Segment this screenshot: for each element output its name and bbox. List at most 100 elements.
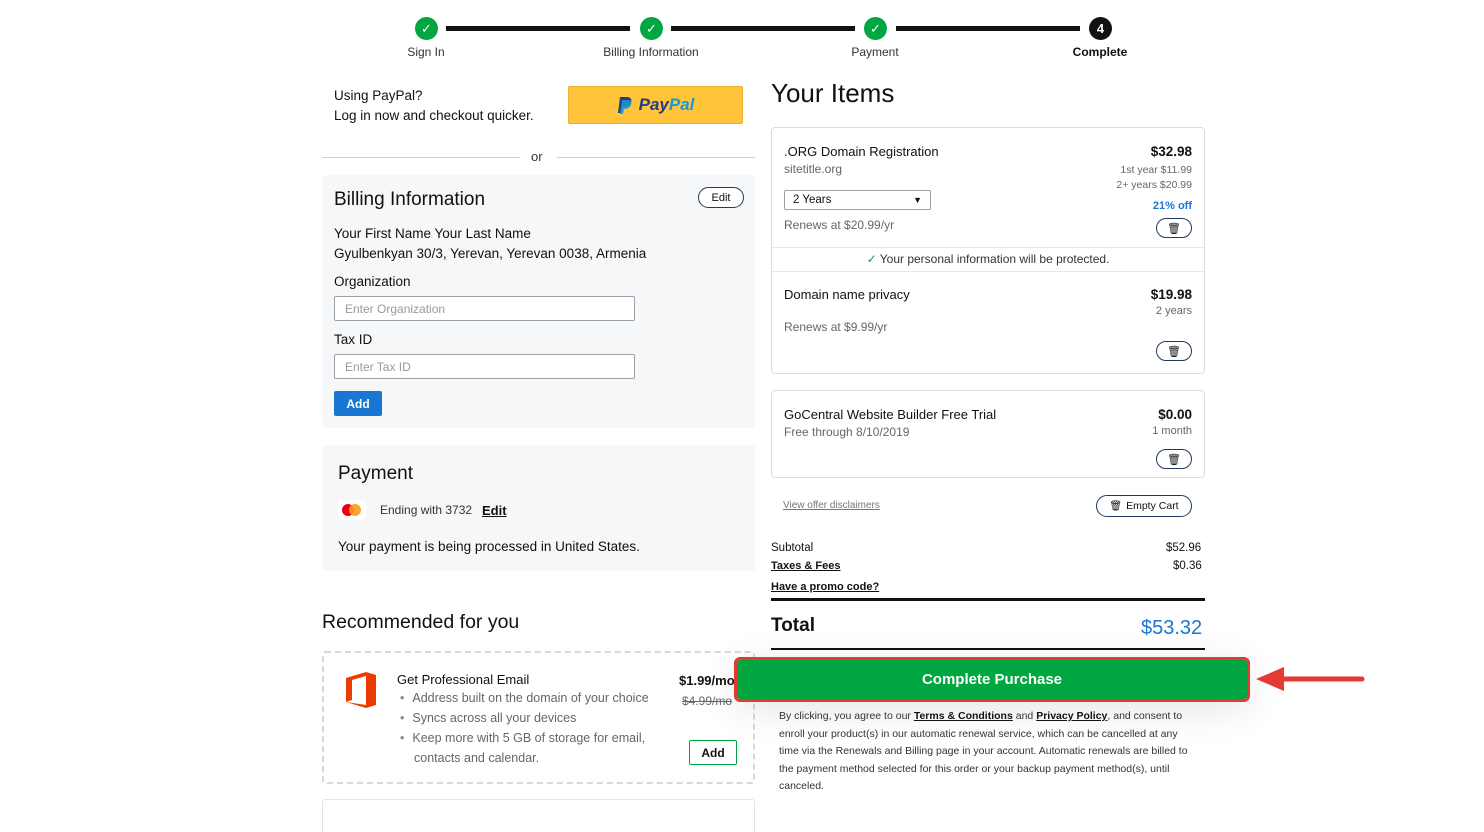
payment-location-note: Your payment is being processed in Unite… bbox=[338, 539, 640, 554]
legal-disclaimer: By clicking, you agree to our Terms & Co… bbox=[779, 708, 1199, 796]
recommended-email-card: Get Professional Email $1.99/mo $4.99/mo… bbox=[322, 651, 755, 784]
taxes-value: $0.36 bbox=[1173, 560, 1202, 572]
billing-title: Billing Information bbox=[334, 189, 486, 210]
recommended-item-title: Get Professional Email bbox=[397, 672, 530, 687]
legal-text-pre: By clicking, you agree to our bbox=[779, 710, 911, 722]
step-label-sign-in: Sign In bbox=[407, 45, 445, 59]
domain-item-sub: sitetitle.org bbox=[784, 162, 843, 176]
paypal-wordmark-pal: Pal bbox=[668, 95, 695, 114]
your-items-title: Your Items bbox=[771, 78, 895, 108]
trash-icon: 🗑 bbox=[1109, 500, 1123, 512]
paypal-button[interactable]: PayPal bbox=[568, 86, 743, 124]
trash-icon: 🗑 bbox=[1167, 345, 1181, 358]
feature-bullet: Syncs across all your devices bbox=[400, 708, 576, 728]
billing-panel: Billing Information Edit Your First Name… bbox=[322, 175, 755, 428]
domain-term-value: 2 Years bbox=[793, 194, 832, 206]
protected-note-text: Your personal information will be protec… bbox=[879, 252, 1110, 266]
step-connector bbox=[896, 26, 1080, 31]
recommended-title: Recommended for you bbox=[322, 611, 520, 633]
domain-first-year-price: 1st year $11.99 bbox=[1120, 164, 1192, 176]
builder-term: 1 month bbox=[1152, 425, 1192, 437]
check-icon: ✓ bbox=[866, 252, 877, 266]
step-label-billing: Billing Information bbox=[603, 45, 699, 59]
builder-item-sub: Free through 8/10/2019 bbox=[784, 425, 910, 439]
recommended-old-price: $4.99/mo bbox=[682, 694, 733, 708]
cart-items-card: .ORG Domain Registration sitetitle.org $… bbox=[771, 127, 1205, 374]
domain-item-name: .ORG Domain Registration bbox=[784, 144, 939, 159]
privacy-renews: Renews at $9.99/yr bbox=[784, 320, 888, 334]
legal-text-post: , and consent to enroll your product(s) … bbox=[779, 710, 1188, 792]
payment-title: Payment bbox=[338, 463, 413, 484]
promo-code-link[interactable]: Have a promo code? bbox=[771, 581, 879, 593]
domain-later-years-price: 2+ years $20.99 bbox=[1116, 179, 1192, 191]
privacy-term: 2 years bbox=[1155, 305, 1192, 317]
check-icon: ✓ bbox=[864, 17, 887, 40]
privacy-price: $19.98 bbox=[1150, 287, 1192, 302]
divider bbox=[322, 157, 520, 158]
builder-price: $0.00 bbox=[1158, 407, 1192, 422]
total-divider bbox=[771, 598, 1205, 601]
domain-renews: Renews at $20.99/yr bbox=[784, 218, 895, 232]
feature-bullet: Keep more with 5 GB of storage for email… bbox=[400, 728, 645, 748]
paypal-heading: Using PayPal? bbox=[334, 88, 423, 103]
office-logo-icon bbox=[342, 670, 380, 710]
total-value: $53.32 bbox=[1141, 617, 1203, 639]
organization-input[interactable]: Enter Organization bbox=[334, 296, 635, 321]
trash-icon: 🗑 bbox=[1167, 222, 1181, 235]
next-recommendation-card bbox=[322, 799, 755, 832]
divider bbox=[772, 271, 1204, 272]
tax-id-input[interactable]: Enter Tax ID bbox=[334, 354, 635, 379]
step-number-badge: 4 bbox=[1089, 17, 1112, 40]
organization-label: Organization bbox=[334, 274, 411, 289]
builder-remove-button[interactable]: 🗑 bbox=[1156, 449, 1192, 469]
check-icon: ✓ bbox=[415, 17, 438, 40]
privacy-protected-note: ✓ Your personal information will be prot… bbox=[772, 252, 1204, 266]
step-connector bbox=[671, 26, 855, 31]
mastercard-icon bbox=[338, 500, 366, 520]
domain-remove-button[interactable]: 🗑 bbox=[1156, 218, 1192, 238]
privacy-policy-link[interactable]: Privacy Policy bbox=[1036, 710, 1107, 722]
check-icon: ✓ bbox=[640, 17, 663, 40]
complete-purchase-button[interactable]: Complete Purchase bbox=[734, 657, 1250, 702]
feature-bullet-continued: contacts and calendar. bbox=[414, 751, 540, 765]
privacy-item-name: Domain name privacy bbox=[784, 287, 910, 302]
paypal-subtext: Log in now and checkout quicker. bbox=[334, 108, 534, 123]
billing-edit-button[interactable]: Edit bbox=[698, 187, 744, 208]
recommended-add-button[interactable]: Add bbox=[689, 740, 737, 765]
annotation-arrow-icon bbox=[1256, 667, 1365, 691]
offer-disclaimers-link[interactable]: View offer disclaimers bbox=[783, 500, 880, 511]
divider bbox=[557, 157, 755, 158]
step-connector bbox=[446, 26, 630, 31]
tax-id-label: Tax ID bbox=[334, 332, 373, 347]
empty-cart-label: Empty Cart bbox=[1126, 500, 1179, 512]
builder-item-name: GoCentral Website Builder Free Trial bbox=[784, 407, 997, 422]
billing-address: Gyulbenkyan 30/3, Yerevan, Yerevan 0038,… bbox=[334, 246, 647, 261]
total-label: Total bbox=[771, 615, 815, 636]
feature-bullet: Address built on the domain of your choi… bbox=[400, 688, 648, 708]
total-divider-bottom bbox=[771, 648, 1205, 650]
empty-cart-button[interactable]: 🗑 Empty Cart bbox=[1096, 495, 1192, 517]
billing-add-button[interactable]: Add bbox=[334, 391, 382, 416]
step-label-complete: Complete bbox=[1072, 45, 1128, 59]
step-label-payment: Payment bbox=[851, 45, 899, 59]
paypal-logo-icon bbox=[617, 96, 631, 114]
subtotal-value: $52.96 bbox=[1166, 542, 1202, 554]
or-divider-text: or bbox=[531, 149, 543, 164]
recommended-price: $1.99/mo bbox=[679, 673, 735, 688]
builder-item-card: GoCentral Website Builder Free Trial Fre… bbox=[771, 390, 1205, 478]
caret-down-icon: ▼ bbox=[913, 195, 922, 205]
card-ending-text: Ending with 3732 bbox=[380, 503, 473, 517]
domain-term-select[interactable]: 2 Years ▼ bbox=[784, 190, 931, 210]
divider bbox=[772, 247, 1204, 248]
taxes-fees-link[interactable]: Taxes & Fees bbox=[771, 560, 841, 572]
payment-panel: Payment Ending with 3732 Edit Your payme… bbox=[322, 445, 755, 571]
domain-discount-badge: 21% off bbox=[1152, 200, 1192, 212]
terms-conditions-link[interactable]: Terms & Conditions bbox=[914, 710, 1013, 722]
payment-edit-link[interactable]: Edit bbox=[482, 503, 507, 518]
domain-price: $32.98 bbox=[1150, 144, 1192, 159]
legal-text-and: and bbox=[1015, 710, 1034, 722]
subtotal-label: Subtotal bbox=[771, 542, 814, 554]
trash-icon: 🗑 bbox=[1167, 453, 1181, 466]
privacy-remove-button[interactable]: 🗑 bbox=[1156, 341, 1192, 361]
paypal-wordmark-pay: Pay bbox=[638, 95, 669, 114]
